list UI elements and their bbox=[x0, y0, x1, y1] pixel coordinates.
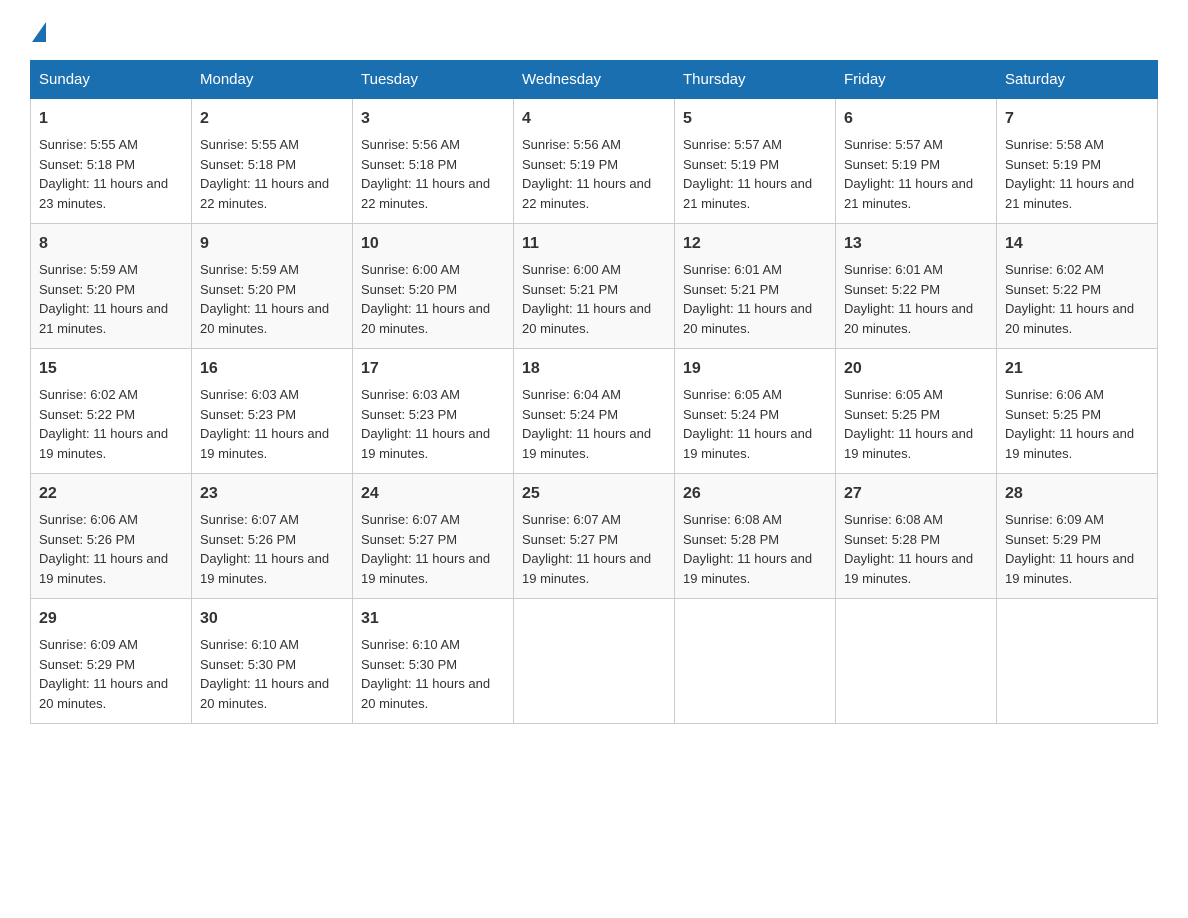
page-header bbox=[30, 20, 1158, 40]
calendar-cell: 12Sunrise: 6:01 AMSunset: 5:21 PMDayligh… bbox=[675, 224, 836, 349]
calendar-cell: 5Sunrise: 5:57 AMSunset: 5:19 PMDaylight… bbox=[675, 99, 836, 224]
calendar-cell: 19Sunrise: 6:05 AMSunset: 5:24 PMDayligh… bbox=[675, 349, 836, 474]
calendar-cell: 14Sunrise: 6:02 AMSunset: 5:22 PMDayligh… bbox=[997, 224, 1158, 349]
day-number: 11 bbox=[522, 232, 666, 256]
calendar-cell: 8Sunrise: 5:59 AMSunset: 5:20 PMDaylight… bbox=[31, 224, 192, 349]
calendar-cell bbox=[514, 599, 675, 724]
header-cell-thursday: Thursday bbox=[675, 61, 836, 99]
day-number: 31 bbox=[361, 607, 505, 631]
calendar-cell: 29Sunrise: 6:09 AMSunset: 5:29 PMDayligh… bbox=[31, 599, 192, 724]
calendar-cell: 21Sunrise: 6:06 AMSunset: 5:25 PMDayligh… bbox=[997, 349, 1158, 474]
calendar-cell: 6Sunrise: 5:57 AMSunset: 5:19 PMDaylight… bbox=[836, 99, 997, 224]
calendar-cell: 22Sunrise: 6:06 AMSunset: 5:26 PMDayligh… bbox=[31, 474, 192, 599]
calendar-cell: 3Sunrise: 5:56 AMSunset: 5:18 PMDaylight… bbox=[353, 99, 514, 224]
calendar-cell bbox=[836, 599, 997, 724]
day-number: 26 bbox=[683, 482, 827, 506]
calendar-cell: 11Sunrise: 6:00 AMSunset: 5:21 PMDayligh… bbox=[514, 224, 675, 349]
calendar-cell: 7Sunrise: 5:58 AMSunset: 5:19 PMDaylight… bbox=[997, 99, 1158, 224]
day-number: 28 bbox=[1005, 482, 1149, 506]
calendar-cell: 16Sunrise: 6:03 AMSunset: 5:23 PMDayligh… bbox=[192, 349, 353, 474]
header-cell-tuesday: Tuesday bbox=[353, 61, 514, 99]
day-number: 4 bbox=[522, 107, 666, 131]
header-row: SundayMondayTuesdayWednesdayThursdayFrid… bbox=[31, 61, 1158, 99]
day-number: 16 bbox=[200, 357, 344, 381]
day-number: 24 bbox=[361, 482, 505, 506]
day-number: 5 bbox=[683, 107, 827, 131]
calendar-cell: 10Sunrise: 6:00 AMSunset: 5:20 PMDayligh… bbox=[353, 224, 514, 349]
day-number: 10 bbox=[361, 232, 505, 256]
day-number: 18 bbox=[522, 357, 666, 381]
day-number: 20 bbox=[844, 357, 988, 381]
calendar-cell: 20Sunrise: 6:05 AMSunset: 5:25 PMDayligh… bbox=[836, 349, 997, 474]
day-number: 27 bbox=[844, 482, 988, 506]
calendar-cell: 30Sunrise: 6:10 AMSunset: 5:30 PMDayligh… bbox=[192, 599, 353, 724]
calendar-cell: 18Sunrise: 6:04 AMSunset: 5:24 PMDayligh… bbox=[514, 349, 675, 474]
calendar-cell: 15Sunrise: 6:02 AMSunset: 5:22 PMDayligh… bbox=[31, 349, 192, 474]
calendar-cell: 1Sunrise: 5:55 AMSunset: 5:18 PMDaylight… bbox=[31, 99, 192, 224]
day-number: 13 bbox=[844, 232, 988, 256]
week-row-2: 8Sunrise: 5:59 AMSunset: 5:20 PMDaylight… bbox=[31, 224, 1158, 349]
day-number: 1 bbox=[39, 107, 183, 131]
header-cell-saturday: Saturday bbox=[997, 61, 1158, 99]
day-number: 30 bbox=[200, 607, 344, 631]
calendar-table: SundayMondayTuesdayWednesdayThursdayFrid… bbox=[30, 60, 1158, 724]
day-number: 7 bbox=[1005, 107, 1149, 131]
header-cell-wednesday: Wednesday bbox=[514, 61, 675, 99]
calendar-cell: 26Sunrise: 6:08 AMSunset: 5:28 PMDayligh… bbox=[675, 474, 836, 599]
day-number: 21 bbox=[1005, 357, 1149, 381]
calendar-cell: 27Sunrise: 6:08 AMSunset: 5:28 PMDayligh… bbox=[836, 474, 997, 599]
day-number: 14 bbox=[1005, 232, 1149, 256]
logo bbox=[30, 20, 48, 40]
week-row-1: 1Sunrise: 5:55 AMSunset: 5:18 PMDaylight… bbox=[31, 99, 1158, 224]
calendar-cell: 25Sunrise: 6:07 AMSunset: 5:27 PMDayligh… bbox=[514, 474, 675, 599]
day-number: 17 bbox=[361, 357, 505, 381]
day-number: 12 bbox=[683, 232, 827, 256]
day-number: 19 bbox=[683, 357, 827, 381]
day-number: 9 bbox=[200, 232, 344, 256]
day-number: 2 bbox=[200, 107, 344, 131]
header-cell-monday: Monday bbox=[192, 61, 353, 99]
header-cell-friday: Friday bbox=[836, 61, 997, 99]
calendar-cell: 31Sunrise: 6:10 AMSunset: 5:30 PMDayligh… bbox=[353, 599, 514, 724]
day-number: 3 bbox=[361, 107, 505, 131]
week-row-5: 29Sunrise: 6:09 AMSunset: 5:29 PMDayligh… bbox=[31, 599, 1158, 724]
calendar-cell: 17Sunrise: 6:03 AMSunset: 5:23 PMDayligh… bbox=[353, 349, 514, 474]
calendar-cell bbox=[997, 599, 1158, 724]
calendar-cell: 13Sunrise: 6:01 AMSunset: 5:22 PMDayligh… bbox=[836, 224, 997, 349]
day-number: 6 bbox=[844, 107, 988, 131]
day-number: 8 bbox=[39, 232, 183, 256]
calendar-cell: 2Sunrise: 5:55 AMSunset: 5:18 PMDaylight… bbox=[192, 99, 353, 224]
calendar-cell: 9Sunrise: 5:59 AMSunset: 5:20 PMDaylight… bbox=[192, 224, 353, 349]
calendar-cell: 28Sunrise: 6:09 AMSunset: 5:29 PMDayligh… bbox=[997, 474, 1158, 599]
header-cell-sunday: Sunday bbox=[31, 61, 192, 99]
day-number: 22 bbox=[39, 482, 183, 506]
day-number: 15 bbox=[39, 357, 183, 381]
day-number: 25 bbox=[522, 482, 666, 506]
day-number: 23 bbox=[200, 482, 344, 506]
week-row-4: 22Sunrise: 6:06 AMSunset: 5:26 PMDayligh… bbox=[31, 474, 1158, 599]
day-number: 29 bbox=[39, 607, 183, 631]
calendar-cell: 4Sunrise: 5:56 AMSunset: 5:19 PMDaylight… bbox=[514, 99, 675, 224]
calendar-cell bbox=[675, 599, 836, 724]
logo-triangle-icon bbox=[32, 22, 46, 42]
calendar-cell: 23Sunrise: 6:07 AMSunset: 5:26 PMDayligh… bbox=[192, 474, 353, 599]
week-row-3: 15Sunrise: 6:02 AMSunset: 5:22 PMDayligh… bbox=[31, 349, 1158, 474]
calendar-cell: 24Sunrise: 6:07 AMSunset: 5:27 PMDayligh… bbox=[353, 474, 514, 599]
